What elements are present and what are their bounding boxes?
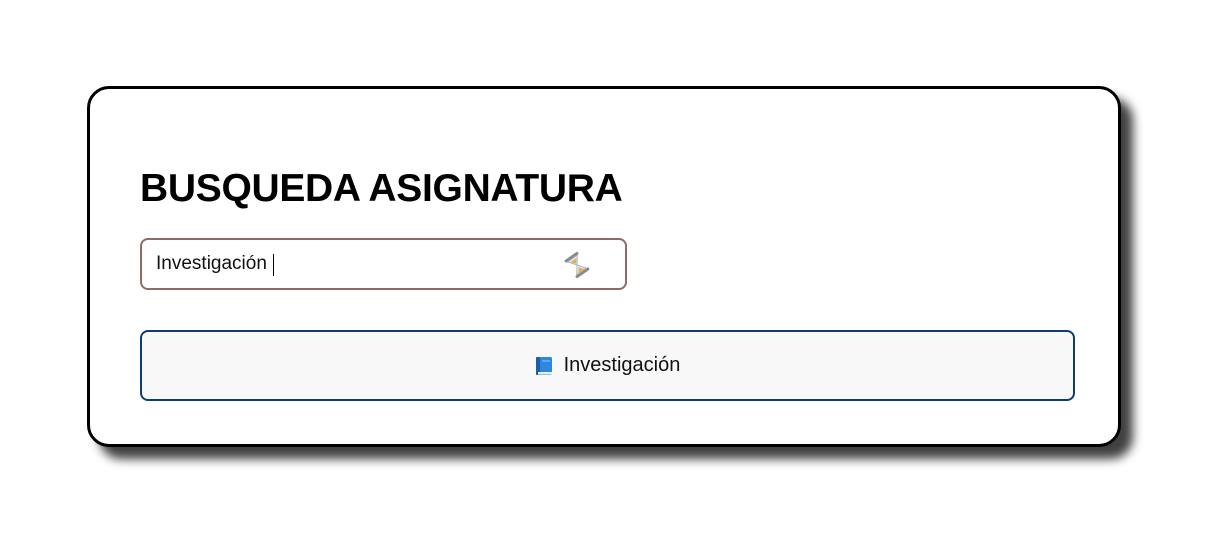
result-item[interactable]: Investigación — [140, 330, 1075, 401]
search-field[interactable] — [140, 238, 627, 290]
result-label: Investigación — [563, 354, 681, 376]
page-title: BUSQUEDA ASIGNATURA — [140, 167, 623, 210]
text-caret — [273, 254, 274, 276]
hourglass-icon — [562, 251, 592, 279]
blue-book-icon — [535, 356, 553, 376]
search-card: BUSQUEDA ASIGNATURA Investigación Invest… — [87, 86, 1121, 447]
search-input[interactable] — [156, 252, 536, 276]
